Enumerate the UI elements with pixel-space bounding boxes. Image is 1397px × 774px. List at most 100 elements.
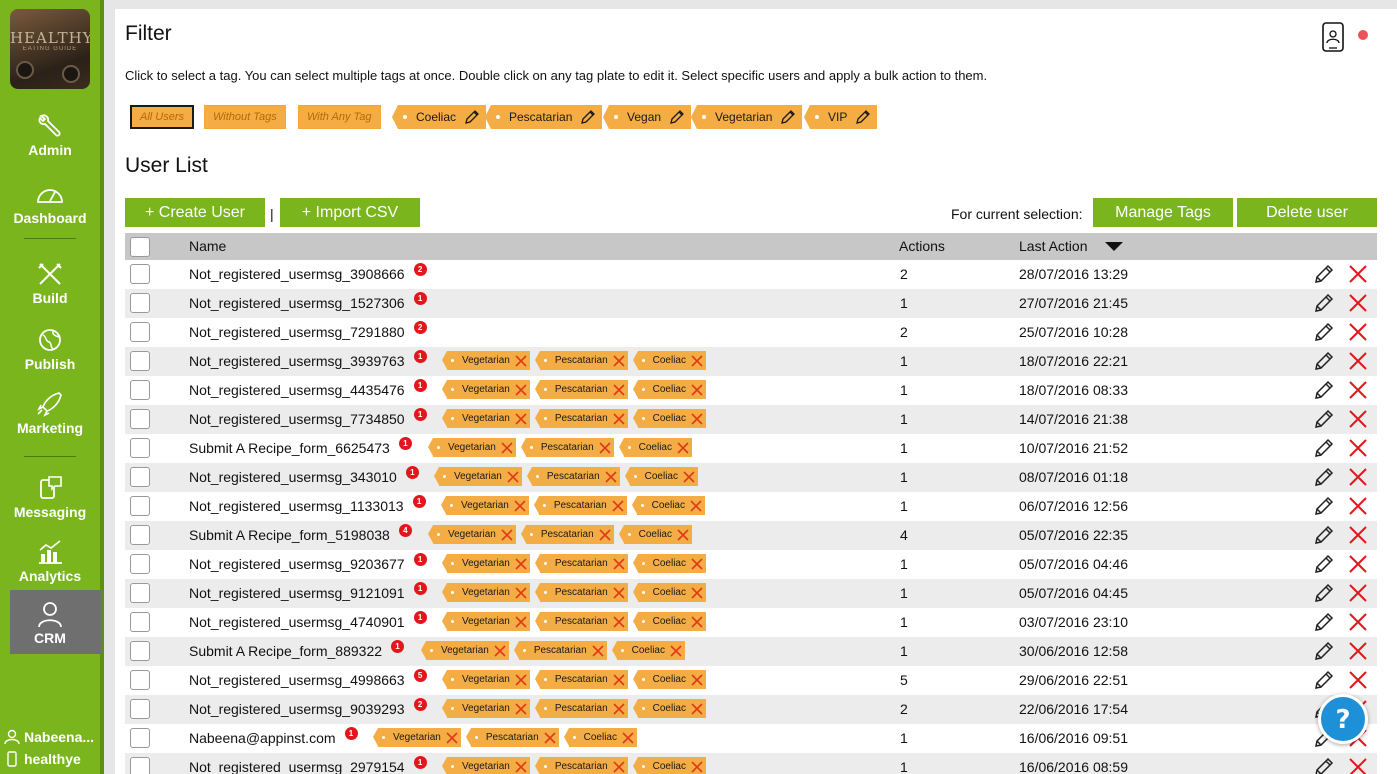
delete-row-button[interactable] <box>1348 496 1368 521</box>
remove-tag-icon[interactable] <box>501 528 513 541</box>
user-name-cell[interactable]: Not_registered_usermsg_343010 1 <box>189 466 419 486</box>
user-tag[interactable]: Vegetarian <box>442 409 530 428</box>
user-tag[interactable]: Vegetarian <box>442 757 530 774</box>
table-row[interactable]: Not_registered_usermsg_4435476 1 Vegetaria… <box>125 376 1377 405</box>
user-tag[interactable]: Pescatarian <box>534 380 628 399</box>
nav-build[interactable]: Build <box>0 260 100 306</box>
row-checkbox[interactable] <box>130 728 150 748</box>
remove-tag-icon[interactable] <box>613 586 625 599</box>
row-checkbox[interactable] <box>130 264 150 284</box>
edit-user-button[interactable] <box>1313 669 1335 696</box>
remove-tag-icon[interactable] <box>683 470 695 483</box>
edit-user-button[interactable] <box>1313 553 1335 580</box>
user-tag[interactable]: Coeliac <box>632 757 706 774</box>
user-name-cell[interactable]: Nabeena@appinst.com 1 <box>189 727 358 747</box>
user-tag[interactable]: Coeliac <box>618 438 692 457</box>
delete-row-button[interactable] <box>1348 641 1368 666</box>
user-tag[interactable]: Vegetarian <box>421 641 509 660</box>
column-name[interactable]: Name <box>189 238 226 254</box>
user-tag[interactable]: Pescatarian <box>534 351 628 370</box>
table-row[interactable]: Not_registered_usermsg_4998663 5 Vegetaria… <box>125 666 1377 695</box>
user-tag[interactable]: Pescatarian <box>533 496 627 515</box>
user-name-cell[interactable]: Not_registered_usermsg_3908666 2 <box>189 263 427 283</box>
delete-row-button[interactable] <box>1348 467 1368 492</box>
manage-tags-button[interactable]: Manage Tags <box>1093 198 1233 227</box>
remove-tag-icon[interactable] <box>507 470 519 483</box>
user-tag[interactable]: Coeliac <box>632 699 706 718</box>
user-tag[interactable]: Coeliac <box>632 612 706 631</box>
user-tag[interactable]: Vegetarian <box>442 554 530 573</box>
user-tag[interactable]: Coeliac <box>624 467 698 486</box>
remove-tag-icon[interactable] <box>605 470 617 483</box>
remove-tag-icon[interactable] <box>670 644 682 657</box>
user-name-cell[interactable]: Not_registered_usermsg_2979154 1 <box>189 756 427 774</box>
remove-tag-icon[interactable] <box>613 702 625 715</box>
remove-tag-icon[interactable] <box>613 615 625 628</box>
user-tag[interactable]: Vegetarian <box>441 496 529 515</box>
edit-user-button[interactable] <box>1313 495 1335 522</box>
edit-user-button[interactable] <box>1313 466 1335 493</box>
user-name-cell[interactable]: Not_registered_usermsg_1133013 1 <box>189 495 426 515</box>
delete-row-button[interactable] <box>1348 525 1368 550</box>
user-tag[interactable]: Coeliac <box>632 351 706 370</box>
edit-user-button[interactable] <box>1313 611 1335 638</box>
sort-desc-icon[interactable] <box>1105 242 1123 251</box>
remove-tag-icon[interactable] <box>515 702 527 715</box>
filter-tag-vip[interactable]: VIP <box>803 105 878 129</box>
remove-tag-icon[interactable] <box>691 673 703 686</box>
filter-tag-coeliac[interactable]: Coeliac <box>391 105 487 129</box>
remove-tag-icon[interactable] <box>515 586 527 599</box>
remove-tag-icon[interactable] <box>691 702 703 715</box>
edit-user-button[interactable] <box>1313 437 1335 464</box>
delete-row-button[interactable] <box>1348 612 1368 637</box>
table-row[interactable]: Not_registered_usermsg_343010 1 Vegetarian… <box>125 463 1377 492</box>
user-name-cell[interactable]: Not_registered_usermsg_9039293 2 <box>189 698 427 718</box>
remove-tag-icon[interactable] <box>501 441 513 454</box>
user-tag[interactable]: Coeliac <box>563 728 637 747</box>
remove-tag-icon[interactable] <box>613 383 625 396</box>
table-row[interactable]: Not_registered_usermsg_3939763 1 Vegetaria… <box>125 347 1377 376</box>
delete-row-button[interactable] <box>1348 322 1368 347</box>
row-checkbox[interactable] <box>130 670 150 690</box>
user-tag[interactable]: Coeliac <box>632 380 706 399</box>
create-user-button[interactable]: + Create User <box>125 198 265 227</box>
nav-analytics[interactable]: Analytics <box>0 538 100 584</box>
column-last-action[interactable]: Last Action <box>1019 238 1088 254</box>
user-tag[interactable]: Pescatarian <box>534 757 628 774</box>
pencil-icon[interactable] <box>855 109 871 125</box>
row-checkbox[interactable] <box>130 496 150 516</box>
nav-messaging[interactable]: Messaging <box>0 474 100 520</box>
user-tag[interactable]: Pescatarian <box>534 409 628 428</box>
edit-user-button[interactable] <box>1313 263 1335 290</box>
user-name-cell[interactable]: Not_registered_usermsg_4740901 1 <box>189 611 427 631</box>
table-row[interactable]: Submit A Recipe_form_6625473 1 Vegetarian P… <box>125 434 1377 463</box>
delete-row-button[interactable] <box>1348 757 1368 774</box>
select-all-checkbox[interactable] <box>130 237 150 257</box>
table-row[interactable]: Not_registered_usermsg_3908666 2 2 28/07/20… <box>125 260 1377 289</box>
user-tag[interactable]: Coeliac <box>631 496 705 515</box>
delete-row-button[interactable] <box>1348 351 1368 376</box>
edit-user-button[interactable] <box>1313 379 1335 406</box>
remove-tag-icon[interactable] <box>446 731 458 744</box>
remove-tag-icon[interactable] <box>494 644 506 657</box>
table-row[interactable]: Not_registered_usermsg_7734850 1 Vegetaria… <box>125 405 1377 434</box>
row-checkbox[interactable] <box>130 757 150 774</box>
filter-without-tags[interactable]: Without Tags <box>204 105 286 129</box>
edit-user-button[interactable] <box>1313 640 1335 667</box>
user-name-cell[interactable]: Not_registered_usermsg_4998663 5 <box>189 669 427 689</box>
user-tag[interactable]: Coeliac <box>618 525 692 544</box>
user-name-cell[interactable]: Submit A Recipe_form_889322 1 <box>189 640 405 660</box>
remove-tag-icon[interactable] <box>622 731 634 744</box>
user-tag[interactable]: Pescatarian <box>534 583 628 602</box>
nav-crm[interactable]: CRM <box>0 600 100 646</box>
table-row[interactable]: Not_registered_usermsg_4740901 1 Vegetaria… <box>125 608 1377 637</box>
remove-tag-icon[interactable] <box>691 383 703 396</box>
edit-user-button[interactable] <box>1313 321 1335 348</box>
user-tag[interactable]: Coeliac <box>632 670 706 689</box>
remove-tag-icon[interactable] <box>613 557 625 570</box>
remove-tag-icon[interactable] <box>515 412 527 425</box>
remove-tag-icon[interactable] <box>691 354 703 367</box>
edit-user-button[interactable] <box>1313 582 1335 609</box>
pencil-icon[interactable] <box>464 109 480 125</box>
delete-user-button[interactable]: Delete user <box>1237 198 1377 227</box>
